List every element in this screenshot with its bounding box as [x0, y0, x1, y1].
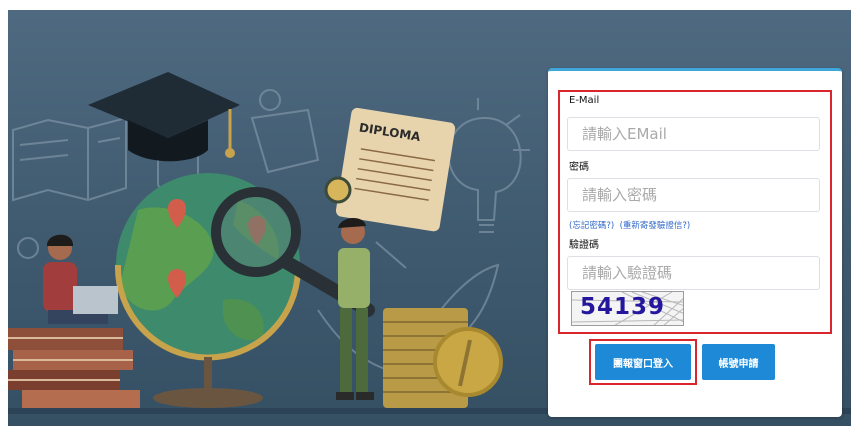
laptop-icon: [73, 286, 118, 314]
forgot-password-link[interactable]: (忘記密碼?): [569, 221, 614, 231]
password-help-links: (忘記密碼?) (重新寄發驗證信?): [569, 219, 690, 231]
captcha-image: 54139: [571, 291, 684, 326]
graduation-cap-icon: [88, 72, 240, 162]
diploma-icon: DIPLOMA: [324, 107, 456, 232]
lightbulb-icon: [447, 116, 522, 221]
account-register-button[interactable]: 帳號申請: [702, 344, 775, 380]
password-input[interactable]: [567, 178, 820, 212]
email-input[interactable]: [567, 117, 820, 151]
captcha-label: 驗證碼: [569, 240, 599, 251]
book-stack-icon: [8, 328, 140, 408]
captcha-text: 54139: [580, 294, 666, 320]
ring-outline-icon: [259, 89, 281, 111]
bookmark-outline-icon: [250, 108, 320, 174]
coin-icon: [433, 327, 503, 397]
password-label: 密碼: [569, 162, 589, 173]
email-label: E-Mail: [569, 95, 600, 106]
resend-verification-link[interactable]: (重新寄發驗證信?): [620, 221, 691, 231]
coin-stack-icon: [383, 308, 503, 408]
person-figure-left: [43, 234, 118, 324]
captcha-input[interactable]: [567, 256, 820, 290]
seal-icon: [324, 176, 352, 204]
group-login-button[interactable]: 團報窗口登入: [595, 344, 691, 380]
